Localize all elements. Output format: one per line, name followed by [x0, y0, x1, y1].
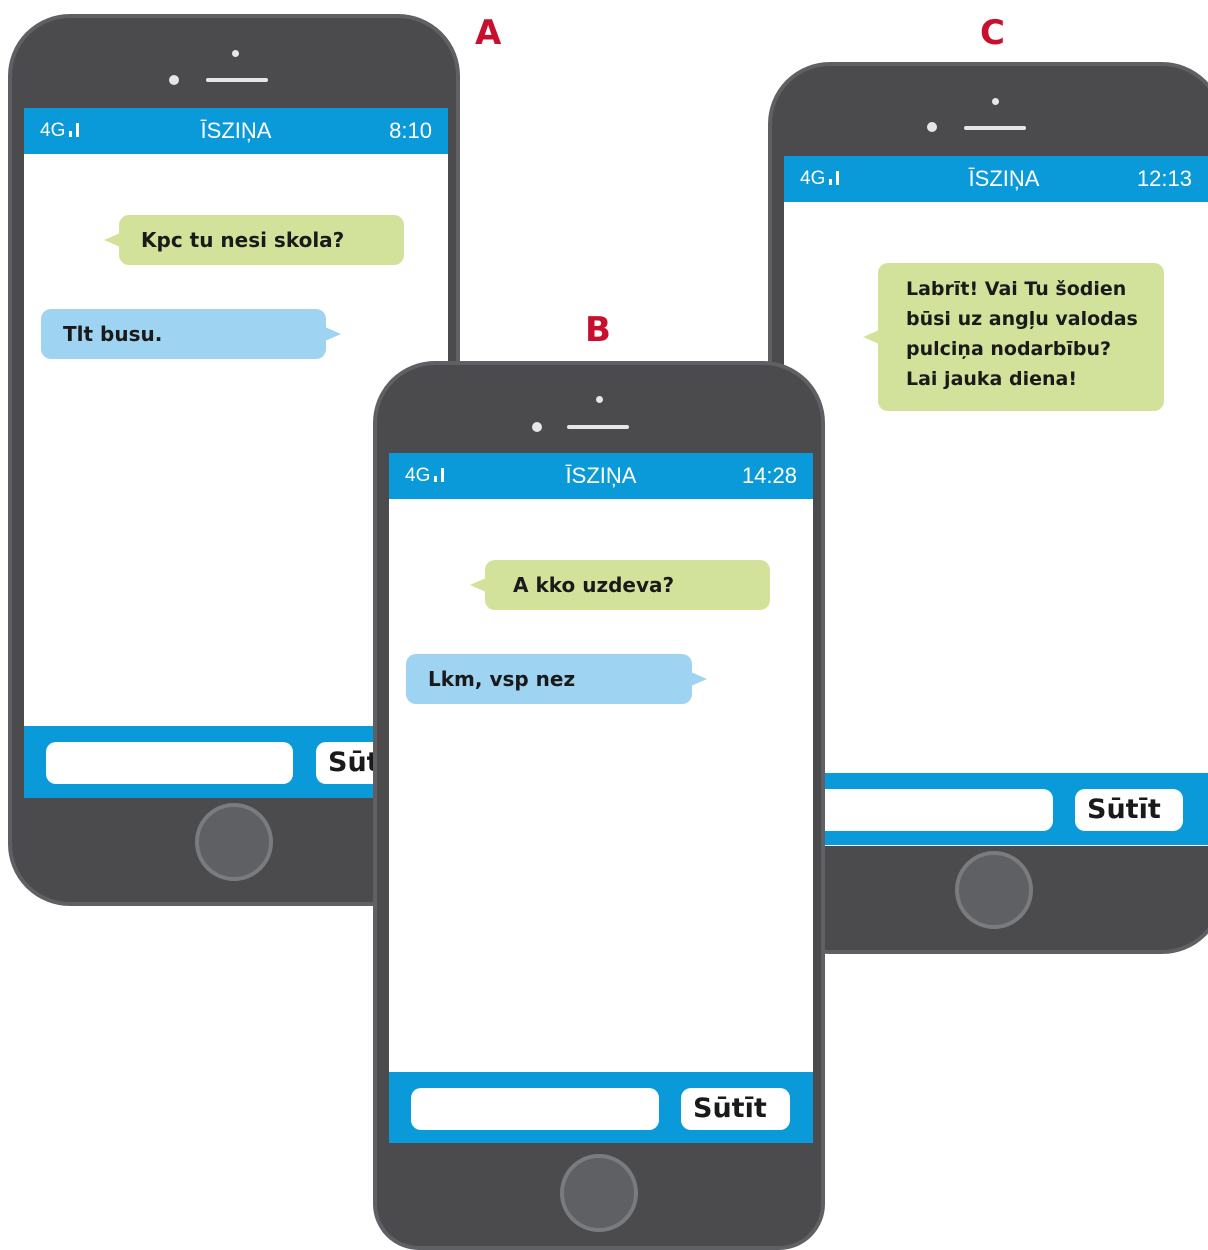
- earpiece-dot: [596, 396, 603, 403]
- status-bar: 4G ĪSZIŅA 8:10: [24, 108, 448, 154]
- message-input[interactable]: [411, 1088, 659, 1130]
- phone-b-screen: 4G ĪSZIŅA 14:28 A kko uzdeva? Lkm, vsp n…: [389, 453, 813, 1143]
- message-input[interactable]: [804, 789, 1053, 831]
- status-bar: 4G ĪSZIŅA 14:28: [389, 453, 813, 499]
- front-camera-icon: [169, 75, 179, 85]
- speaker-grille: [964, 126, 1026, 130]
- phone-b: 4G ĪSZIŅA 14:28 A kko uzdeva? Lkm, vsp n…: [373, 361, 825, 1250]
- phone-c: 4G ĪSZIŅA 12:13 Labrīt! Vai Tu šodien bū…: [768, 62, 1208, 954]
- phone-a-label: A: [475, 13, 502, 53]
- received-message-bubble: Kpc tu nesi skola?: [104, 215, 404, 265]
- received-message-bubble: Labrīt! Vai Tu šodien būsi uz angļu valo…: [863, 263, 1164, 411]
- message-input-bar: Sūtīt: [389, 1072, 813, 1143]
- sent-message-bubble: Lkm, vsp nez: [406, 654, 707, 704]
- speaker-grille: [567, 425, 629, 429]
- message-input[interactable]: [46, 742, 293, 784]
- phone-b-label: B: [585, 310, 611, 350]
- phone-c-label: C: [980, 13, 1005, 53]
- home-button[interactable]: [195, 803, 273, 881]
- clock-time: 8:10: [389, 118, 432, 143]
- status-bar: 4G ĪSZIŅA 12:13: [784, 156, 1208, 202]
- phone-c-screen: 4G ĪSZIŅA 12:13 Labrīt! Vai Tu šodien bū…: [784, 156, 1208, 846]
- home-button[interactable]: [560, 1154, 638, 1232]
- sent-message-bubble: Tlt busu.: [41, 309, 341, 359]
- clock-time: 14:28: [741, 463, 797, 488]
- front-camera-icon: [927, 122, 937, 132]
- earpiece-dot: [992, 98, 999, 105]
- send-button[interactable]: Sūtīt: [681, 1088, 790, 1130]
- send-button[interactable]: Sūtīt: [1075, 789, 1183, 831]
- clock-time: 12:13: [1136, 166, 1192, 191]
- message-input-bar: Sūtīt: [784, 773, 1208, 845]
- home-button[interactable]: [955, 851, 1033, 929]
- screen-title: ĪSZIŅA: [200, 118, 272, 143]
- speaker-grille: [206, 78, 268, 82]
- received-message-bubble: A kko uzdeva?: [470, 560, 770, 610]
- earpiece-dot: [232, 50, 239, 57]
- front-camera-icon: [532, 422, 542, 432]
